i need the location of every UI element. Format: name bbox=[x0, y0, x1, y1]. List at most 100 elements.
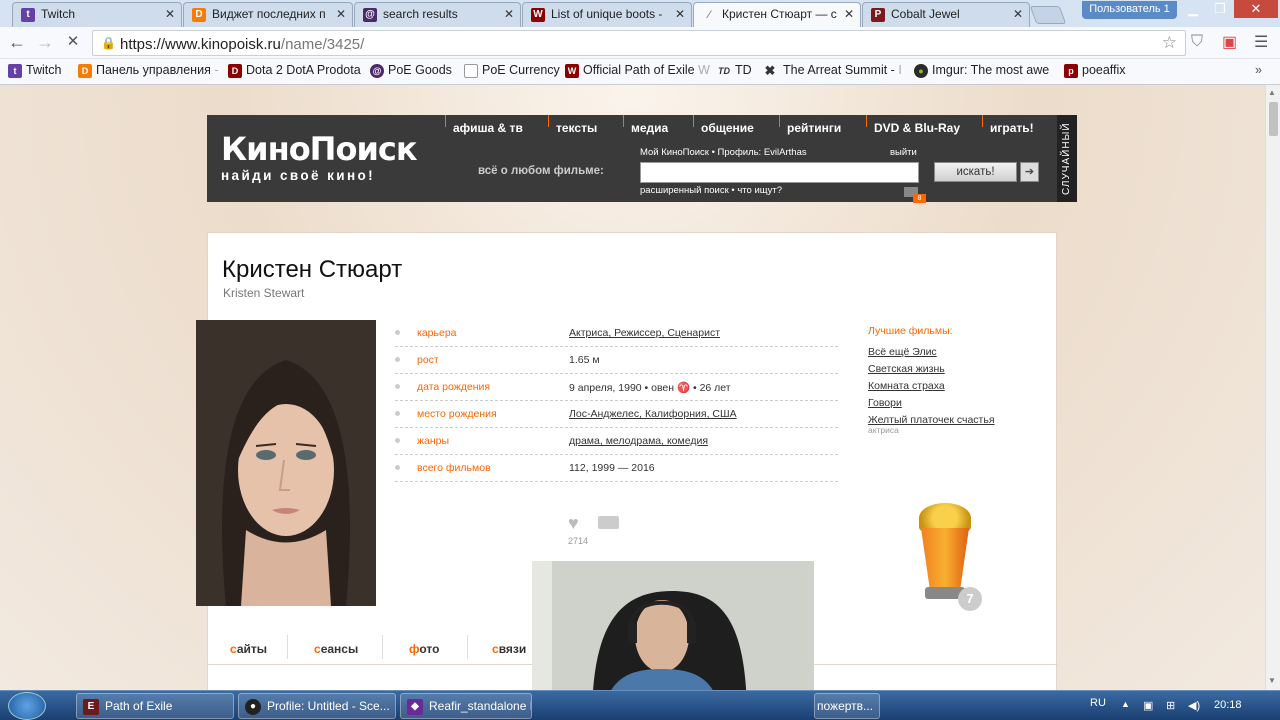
tray-app-icon[interactable]: ▣ bbox=[1143, 699, 1153, 712]
close-window-icon[interactable]: ✕ bbox=[1234, 0, 1278, 18]
close-icon[interactable]: ✕ bbox=[675, 7, 685, 21]
taskbar-item-browser[interactable]: пожертв... bbox=[814, 693, 880, 719]
bookmark-path-of-exile-wiki[interactable]: W Official Path of Exile W bbox=[565, 63, 710, 78]
logout-link[interactable]: выйти bbox=[890, 147, 917, 158]
tab-photos[interactable]: фото bbox=[409, 642, 439, 656]
poe-taskbar-icon: E bbox=[83, 699, 99, 715]
tray-arrow-icon[interactable]: ▲ bbox=[1121, 699, 1130, 709]
prodota-icon: D bbox=[228, 64, 242, 78]
menu-community[interactable]: общение bbox=[693, 115, 754, 137]
menu-icon[interactable]: ☰ bbox=[1254, 32, 1268, 52]
browser-toolbar: ← → ✕ 🔒 https://www.kinopoisk.ru/name/34… bbox=[0, 27, 1280, 59]
taskbar-item-reafir[interactable]: ◆ Reafir_standalone P bbox=[400, 693, 532, 719]
search-input[interactable] bbox=[640, 162, 919, 183]
new-tab-button[interactable] bbox=[1029, 6, 1067, 24]
bookmark-twitch[interactable]: t Twitch bbox=[8, 63, 61, 78]
menu-ratings[interactable]: рейтинги bbox=[778, 115, 841, 137]
tab-twitch[interactable]: t Twitch ✕ bbox=[12, 2, 182, 27]
close-icon[interactable]: ✕ bbox=[844, 7, 854, 21]
scroll-up-icon[interactable]: ▲ bbox=[1268, 88, 1276, 97]
heart-icon[interactable]: ♥ bbox=[568, 513, 579, 534]
tab-donationalerts[interactable]: D Виджет последних п ✕ bbox=[183, 2, 353, 27]
tab-title: Виджет последних п bbox=[212, 7, 326, 21]
arrow-right-icon[interactable]: ➔ bbox=[1020, 162, 1039, 182]
back-icon[interactable]: ← bbox=[6, 33, 28, 53]
bookmark-poe-goods[interactable]: @ PoE Goods bbox=[370, 63, 452, 78]
menu-dvd[interactable]: DVD & Blu-Ray bbox=[865, 115, 960, 137]
comment-icon[interactable] bbox=[598, 516, 619, 529]
menu-afisha[interactable]: афиша & тв bbox=[445, 115, 523, 137]
tab-title: List of unique boots - bbox=[551, 7, 663, 21]
minimize-icon[interactable]: ▁ bbox=[1180, 0, 1206, 18]
more-bookmarks-icon[interactable]: » bbox=[1255, 63, 1262, 77]
network-icon[interactable]: ⊞ bbox=[1166, 699, 1175, 712]
best-film-link[interactable]: Говори bbox=[868, 397, 995, 409]
donationalerts-icon: D bbox=[192, 8, 206, 22]
best-film-link[interactable]: Светская жизнь bbox=[868, 363, 995, 375]
advanced-search-link[interactable]: расширенный поиск • что ищут? bbox=[640, 185, 782, 196]
td-icon: TD bbox=[718, 66, 730, 76]
tab-unique-boots[interactable]: W List of unique boots - ✕ bbox=[522, 2, 692, 27]
user-links[interactable]: Мой КиноПоиск • Профиль: EvilArthas bbox=[640, 147, 807, 158]
info-row-career: карьера Актриса, Режиссер, Сценарист bbox=[395, 320, 838, 347]
bookmark-star-icon[interactable]: ☆ bbox=[1162, 33, 1177, 53]
person-original-name: Kristen Stewart bbox=[223, 286, 305, 300]
award-popcorn[interactable]: 7 bbox=[915, 503, 982, 611]
forward-icon[interactable]: → bbox=[34, 33, 56, 53]
menu-media[interactable]: медиа bbox=[622, 115, 668, 137]
bookmark-arreat-summit[interactable]: ✖ The Arreat Summit - I bbox=[763, 63, 902, 78]
poeaffix-icon: p bbox=[1064, 64, 1078, 78]
taskbar-item-poe[interactable]: E Path of Exile bbox=[76, 693, 234, 719]
start-button[interactable] bbox=[8, 692, 46, 720]
best-film-link[interactable]: Комната страха bbox=[868, 380, 995, 392]
windows-taskbar: E Path of Exile ● Profile: Untitled - Sce.… bbox=[0, 690, 1280, 720]
poe-icon: P bbox=[871, 8, 885, 22]
tab-sessions[interactable]: сеансы bbox=[314, 642, 358, 656]
menu-play[interactable]: играть! bbox=[982, 115, 1034, 137]
stop-loading-icon[interactable]: ✕ bbox=[62, 33, 84, 53]
close-icon[interactable]: ✕ bbox=[165, 7, 175, 21]
profile-button[interactable]: Пользователь 1 bbox=[1082, 1, 1177, 19]
tab-connections[interactable]: связи bbox=[492, 642, 526, 656]
tab-strip: t Twitch ✕ D Виджет последних п ✕ @ sear… bbox=[0, 0, 1280, 28]
close-icon[interactable]: ✕ bbox=[504, 7, 514, 21]
language-indicator[interactable]: RU bbox=[1090, 697, 1106, 709]
scrollbar-thumb[interactable] bbox=[1269, 102, 1278, 136]
info-row-films-total: всего фильмов 112, 1999 — 2016 bbox=[395, 455, 838, 482]
random-film-button[interactable]: СЛУЧАЙНЫЙ bbox=[1057, 115, 1077, 202]
address-bar[interactable]: 🔒 https://www.kinopoisk.ru/name/3425/ ☆ bbox=[92, 30, 1186, 56]
kinopoisk-logo[interactable]: КиноПоиск bbox=[221, 133, 418, 165]
loading-icon: ⁄ bbox=[708, 9, 710, 21]
best-film-link[interactable]: Всё ещё Элис bbox=[868, 346, 995, 358]
url-text[interactable]: https://www.kinopoisk.ru/name/3425/ bbox=[120, 36, 364, 53]
close-icon[interactable]: ✕ bbox=[336, 7, 346, 21]
portrait-image bbox=[196, 320, 376, 606]
taskbar-item-obs[interactable]: ● Profile: Untitled - Sce... bbox=[238, 693, 396, 719]
menu-texts[interactable]: тексты bbox=[547, 115, 597, 137]
adblock-icon[interactable]: ⛉ bbox=[1191, 33, 1203, 51]
bookmark-imgur[interactable]: ● Imgur: The most awe bbox=[914, 63, 1049, 78]
person-photo[interactable] bbox=[196, 320, 376, 606]
scroll-down-icon[interactable]: ▼ bbox=[1268, 676, 1276, 685]
tab-kinopoisk[interactable]: ⁄ Кристен Стюарт — с ✕ bbox=[693, 2, 861, 28]
tab-cobalt-jewel[interactable]: P Cobalt Jewel ✕ bbox=[862, 2, 1030, 27]
bookmark-panel[interactable]: D Панель управления - bbox=[78, 63, 218, 78]
close-icon[interactable]: ✕ bbox=[1013, 7, 1023, 21]
tab-search-results[interactable]: @ search results ✕ bbox=[354, 2, 521, 27]
scrollbar[interactable]: ▲ ▼ bbox=[1265, 85, 1280, 690]
best-film-role: актриса bbox=[868, 425, 899, 435]
kinopoisk-slogan: найди своё кино! bbox=[221, 168, 376, 183]
restore-icon[interactable]: ❐ bbox=[1207, 0, 1233, 18]
info-row-birthplace: место рождения Лос-Анджелес, Калифорния, … bbox=[395, 401, 838, 428]
tab-sites[interactable]: сайты bbox=[230, 642, 267, 656]
bookmark-poe-currency[interactable]: PoE Currency bbox=[464, 63, 560, 78]
bookmark-td[interactable]: TD TD bbox=[717, 63, 752, 77]
donationalerts-icon: D bbox=[78, 64, 92, 78]
clock[interactable]: 20:18 bbox=[1214, 699, 1242, 711]
volume-icon[interactable]: ◀) bbox=[1188, 699, 1200, 712]
extension-icon[interactable]: ▣ bbox=[1222, 32, 1237, 52]
bookmark-prodota[interactable]: D Dota 2 DotA Prodota bbox=[228, 63, 361, 78]
search-button[interactable]: искать! bbox=[934, 162, 1017, 182]
lock-icon: 🔒 bbox=[101, 36, 116, 50]
bookmark-poeaffix[interactable]: p poeaffix bbox=[1064, 63, 1126, 78]
